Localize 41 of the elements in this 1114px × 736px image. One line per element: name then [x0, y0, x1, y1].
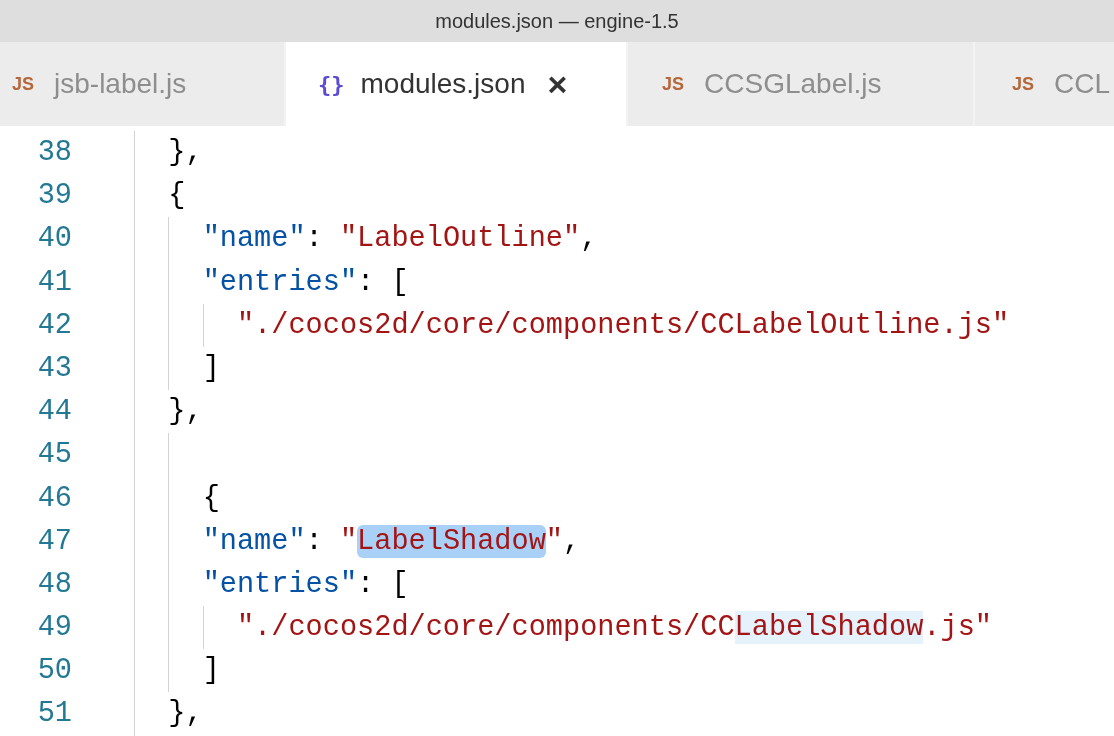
- line-number: 40: [36, 221, 72, 258]
- code-line: "name": "LabelShadow",: [201, 524, 581, 558]
- js-file-icon: JS: [662, 70, 685, 98]
- line-number: 51: [36, 696, 72, 733]
- line-number: 38: [36, 135, 72, 171]
- code-line: "entries": [: [201, 265, 409, 299]
- tab-label: CCSGLabel.js: [704, 67, 882, 101]
- line-number: 39: [36, 178, 72, 215]
- tab-label: CCL: [1054, 67, 1111, 101]
- code-line: },: [167, 697, 203, 731]
- line-number: 48: [36, 566, 72, 603]
- editor-tab[interactable]: JS CCL: [975, 42, 1114, 126]
- braces-icon: {}: [318, 67, 345, 101]
- line-number: 43: [36, 350, 72, 387]
- code-line: "entries": [: [201, 567, 409, 601]
- line-number: 47: [36, 523, 72, 560]
- tab-label: jsb-label.js: [54, 67, 187, 101]
- js-file-icon: JS: [12, 70, 35, 98]
- code-line: {: [201, 481, 220, 515]
- tab-label: modules.json: [360, 67, 526, 101]
- code-line: },: [167, 395, 203, 429]
- js-file-icon: JS: [1012, 70, 1035, 98]
- code-line: "./cocos2d/core/components/CCLabelShadow.js": [235, 611, 992, 645]
- line-number: 50: [36, 653, 72, 690]
- code-line: "name": "LabelOutline",: [201, 222, 598, 256]
- editor-tab[interactable]: JS CCSGLabel.js: [628, 42, 975, 126]
- line-number: 46: [36, 480, 72, 517]
- line-number: 49: [36, 610, 72, 647]
- code-line: ]: [201, 351, 220, 385]
- close-icon[interactable]: ×: [547, 67, 568, 101]
- code-line: "./cocos2d/core/components/CCLabelOutline.js": [235, 308, 1010, 342]
- code-line: },: [167, 136, 203, 169]
- code-line: ]: [201, 654, 220, 688]
- line-number: 44: [36, 394, 72, 431]
- editor-tab[interactable]: JS jsb-label.js: [0, 42, 286, 126]
- code-line: {: [167, 179, 186, 213]
- window-title: modules.json — engine-1.5: [435, 9, 679, 34]
- line-number: 42: [36, 307, 72, 344]
- line-number: 41: [36, 264, 72, 301]
- line-number: 45: [36, 437, 72, 474]
- editor-tab[interactable]: {} modules.json ×: [286, 42, 628, 126]
